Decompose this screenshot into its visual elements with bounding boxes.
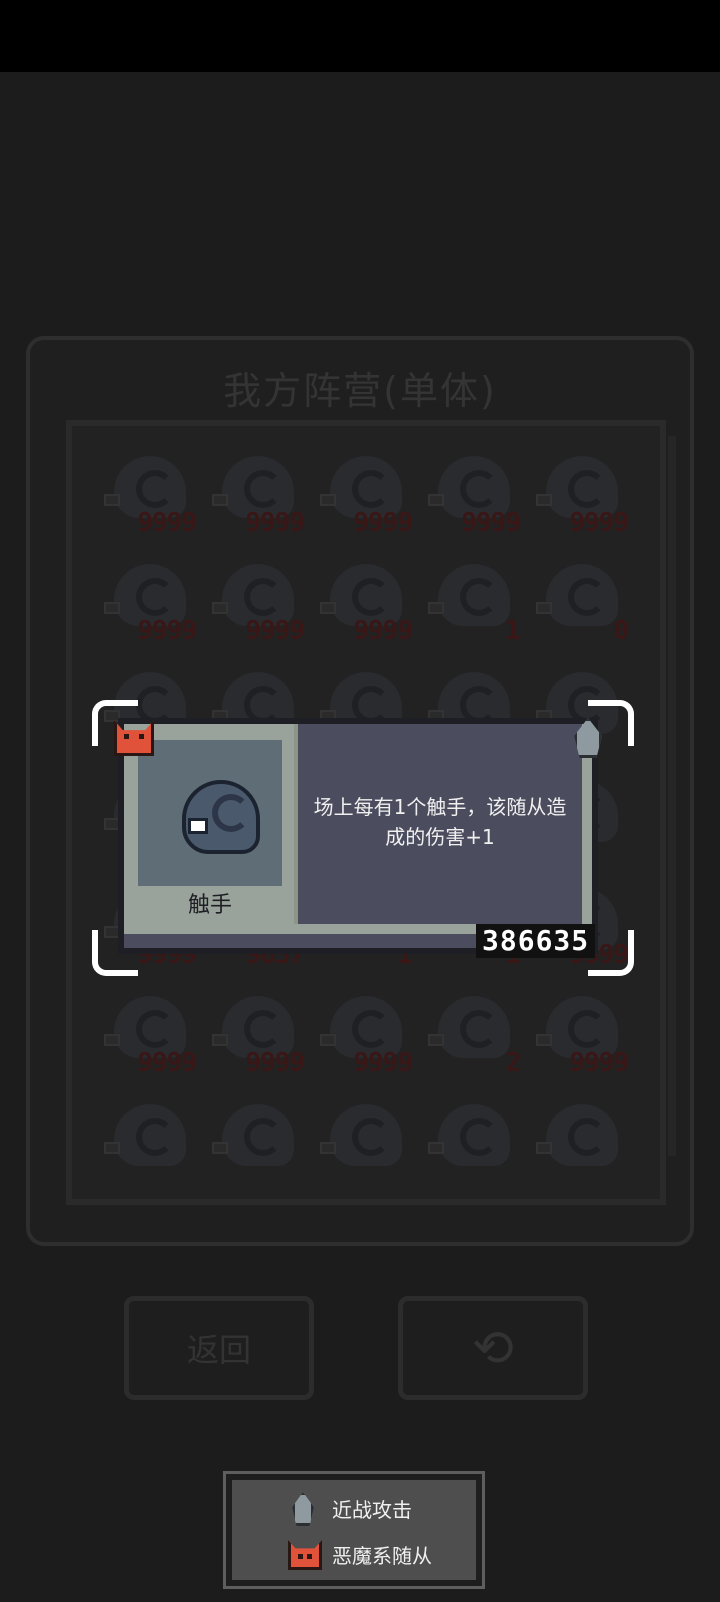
eye-icon [428,494,444,506]
legend: 近战攻击 恶魔系随从 [223,1471,485,1589]
eye-icon [104,1142,120,1154]
unit-slot[interactable]: 9999 [100,996,200,1096]
eye-icon [320,1142,336,1154]
tentacle-icon [546,564,618,626]
unit-slot[interactable] [316,1104,416,1199]
eye-icon [104,494,120,506]
eye-icon [104,602,120,614]
eye-icon [536,1034,552,1046]
unit-name: 触手 [187,893,232,918]
tentacle-icon [222,1104,294,1166]
eye-icon [320,602,336,614]
unit-count: 9999 [461,508,521,538]
unit-slot[interactable]: 9999 [424,456,524,556]
unit-slot[interactable]: 9999 [208,456,308,556]
eye-icon [212,1142,228,1154]
scrollbar[interactable] [668,436,676,1156]
eye-icon [188,818,208,834]
unit-slot[interactable]: 9999 [532,996,632,1096]
unit-count: 9999 [353,1048,413,1078]
unit-slot[interactable]: 9999 [316,996,416,1096]
unit-slot[interactable]: 9999 [100,564,200,664]
eye-icon [428,602,444,614]
refresh-icon: ⟲ [472,1319,514,1377]
unit-slot[interactable]: 0 [532,564,632,664]
unit-slot[interactable]: 9999 [100,456,200,556]
eye-icon [320,1034,336,1046]
tentacle-icon [330,1104,402,1166]
eye-icon [536,602,552,614]
panel-title: 我方阵营(单体) [223,369,497,413]
unit-slot[interactable]: 9999 [208,564,308,664]
back-button[interactable]: 返回 [124,1296,314,1400]
unit-count: 9999 [245,1048,305,1078]
unit-count: 1 [505,616,521,646]
unit-count: 0 [613,616,629,646]
eye-icon [212,602,228,614]
eye-icon [536,494,552,506]
eye-icon [536,1142,552,1154]
unit-slot[interactable] [208,1104,308,1199]
sword-icon [292,1492,314,1526]
legend-label: 近战攻击 [332,1498,412,1522]
selection-corner [92,930,138,976]
unit-slot[interactable]: 9999 [208,996,308,1096]
unit-detail-card: 触手 场上每有1个触手，该随从造成的伤害+1 [118,718,598,954]
eye-icon [320,494,336,506]
tentacle-icon [182,780,260,854]
tentacle-icon [438,996,510,1058]
unit-count: 9999 [137,616,197,646]
tentacle-icon [546,1104,618,1166]
eye-icon [212,494,228,506]
eye-icon [428,1142,444,1154]
legend-item-demon: 恶魔系随从 [232,1532,476,1576]
unit-count: 9999 [569,1048,629,1078]
tentacle-icon [438,564,510,626]
description-area: 场上每有1个触手，该随从造成的伤害+1 [294,724,582,924]
tentacle-icon [114,1104,186,1166]
unit-slot[interactable]: 9999 [316,564,416,664]
unit-count: 9999 [353,508,413,538]
unit-count: 9999 [245,508,305,538]
eye-icon [104,1034,120,1046]
unit-slot[interactable] [532,1104,632,1199]
unit-count: 9999 [569,508,629,538]
unit-count: 2 [505,1048,521,1078]
tentacle-icon [438,1104,510,1166]
eye-icon [428,1034,444,1046]
unit-count: 9999 [353,616,413,646]
eye-icon [212,1034,228,1046]
refresh-button[interactable]: ⟲ [398,1296,588,1400]
unit-slot[interactable]: 2 [424,996,524,1096]
unit-slot[interactable] [424,1104,524,1199]
legend-item-melee: 近战攻击 [232,1486,476,1530]
portrait [138,740,282,886]
demon-icon [288,1540,322,1570]
unit-description: 场上每有1个触手，该随从造成的伤害+1 [313,795,567,849]
score: 386635 [476,924,596,958]
unit-slot[interactable]: 1 [424,564,524,664]
status-bar [0,0,720,72]
unit-count: 9999 [245,616,305,646]
legend-label: 恶魔系随从 [332,1544,432,1568]
unit-slot[interactable] [100,1104,200,1199]
unit-slot[interactable]: 9999 [532,456,632,556]
unit-count: 9999 [137,1048,197,1078]
unit-count: 9999 [137,508,197,538]
unit-slot[interactable]: 9999 [316,456,416,556]
